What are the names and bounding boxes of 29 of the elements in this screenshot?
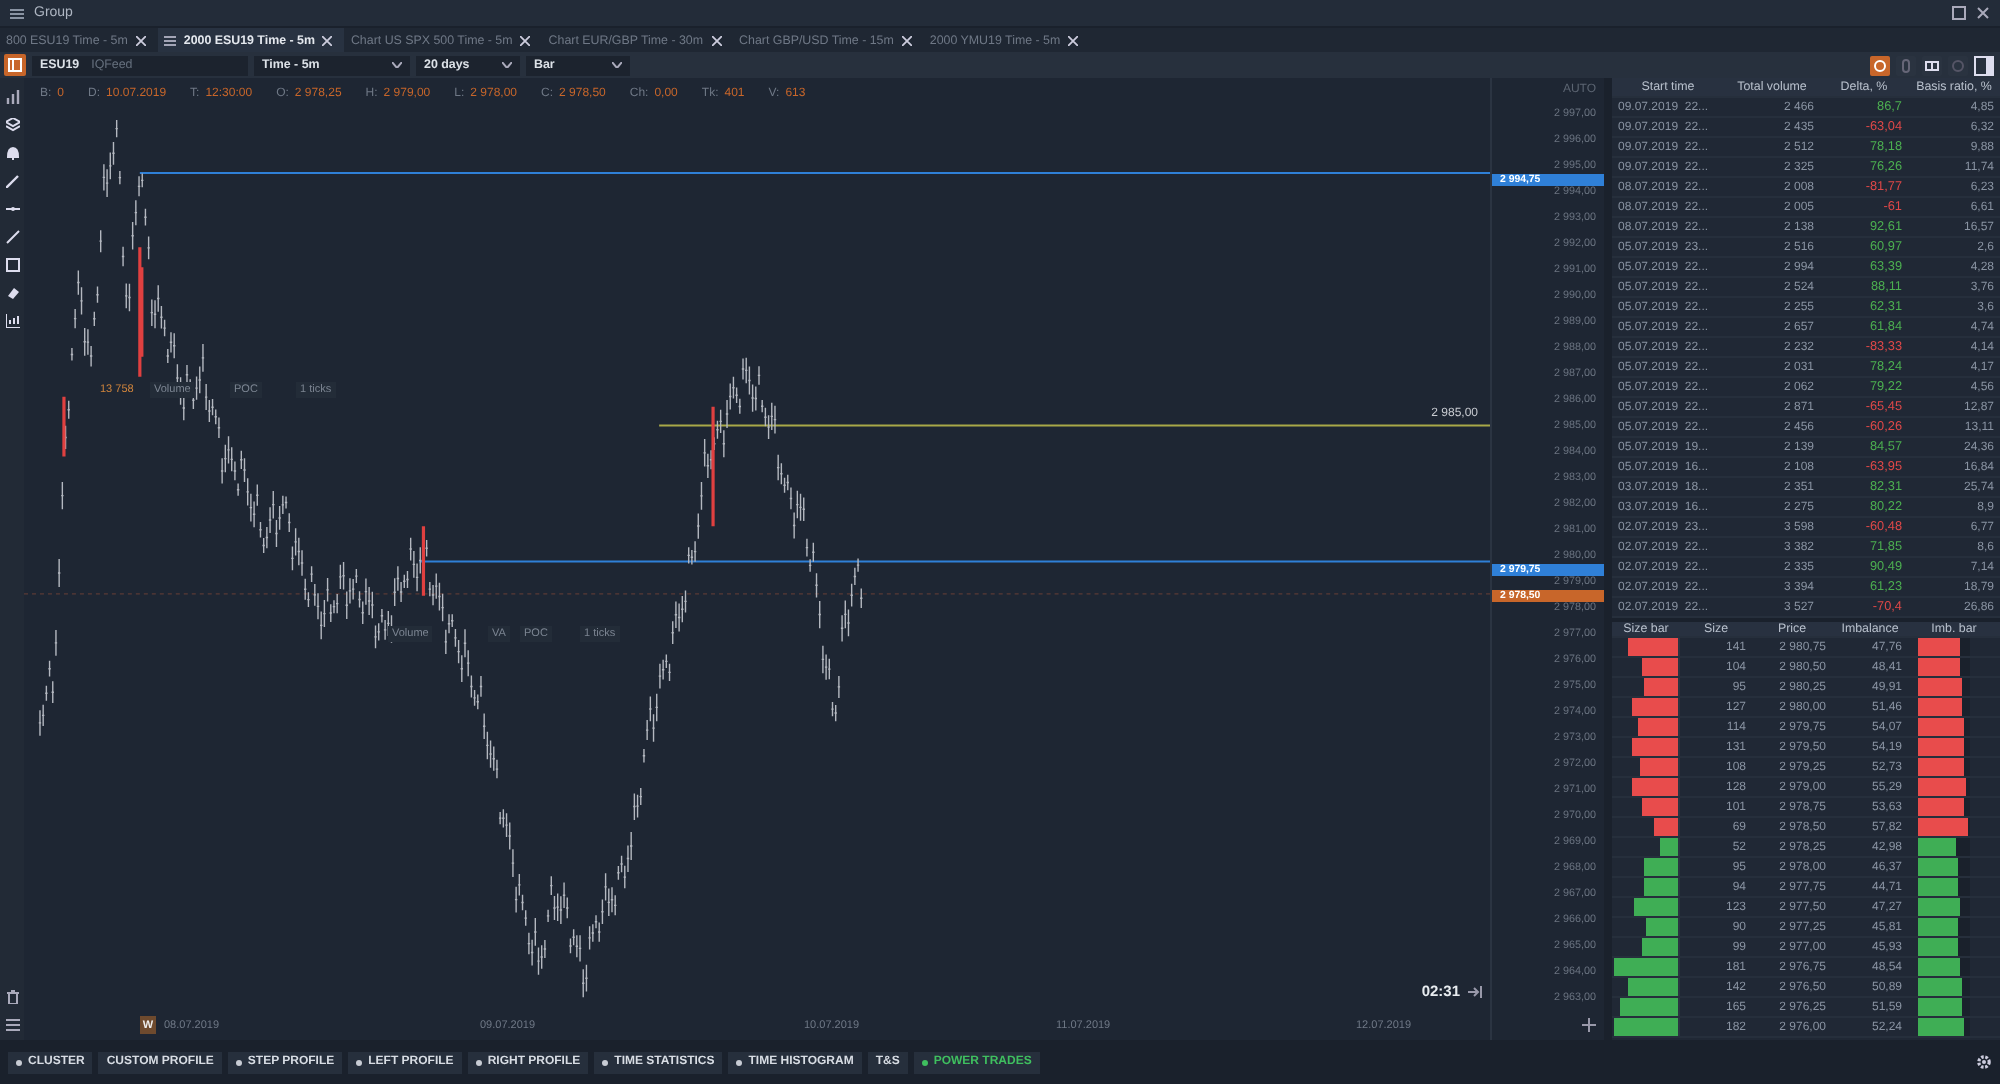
menu-icon[interactable] xyxy=(10,7,24,19)
sidebar-icon[interactable] xyxy=(1974,55,1994,75)
panel-icon[interactable] xyxy=(4,54,26,76)
maximize-icon[interactable] xyxy=(1952,6,1966,20)
horizontal-line-icon[interactable] xyxy=(5,202,19,216)
eraser-icon[interactable] xyxy=(5,286,19,300)
close-icon[interactable] xyxy=(901,35,912,45)
close-icon[interactable] xyxy=(322,35,333,45)
horizontal-level-line[interactable] xyxy=(138,172,1490,175)
caret-icon xyxy=(612,62,622,68)
plus-icon[interactable] xyxy=(1582,1018,1596,1032)
bell-icon[interactable] xyxy=(5,146,19,160)
menu-icon xyxy=(163,35,176,45)
rectangle-icon[interactable] xyxy=(5,258,19,272)
chart-icon[interactable] xyxy=(5,314,19,328)
caret-icon xyxy=(392,62,402,68)
scroll-to-end-icon[interactable] xyxy=(1468,985,1482,997)
layers-icon[interactable] xyxy=(5,118,19,132)
close-icon[interactable] xyxy=(520,35,531,45)
close-icon[interactable] xyxy=(135,35,146,45)
close-icon[interactable] xyxy=(1068,35,1079,45)
bar-chart-icon[interactable] xyxy=(5,90,19,104)
settings-icon[interactable] xyxy=(1976,1054,1992,1070)
close-icon[interactable] xyxy=(1976,6,1990,20)
list-icon[interactable] xyxy=(5,1018,19,1032)
trend-line-icon[interactable] xyxy=(5,230,19,244)
caret-icon xyxy=(502,62,512,68)
close-icon[interactable] xyxy=(711,35,722,45)
trash-icon[interactable] xyxy=(5,990,19,1004)
